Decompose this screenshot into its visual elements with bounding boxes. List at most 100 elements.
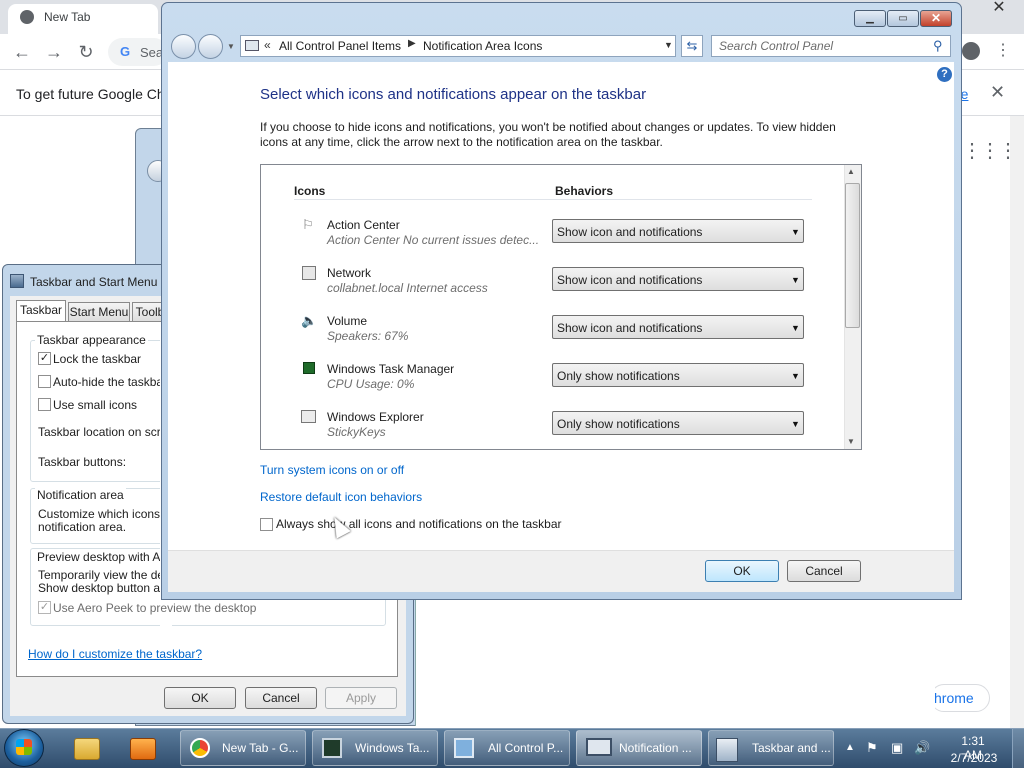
system-icons-link[interactable]: Turn system icons on or off <box>260 463 404 477</box>
breadcrumb-notification-icons[interactable]: Notification Area Icons <box>423 39 542 53</box>
apps-grid-icon[interactable]: ⋮⋮⋮ <box>962 138 1018 163</box>
address-dropdown-icon[interactable]: ▼ <box>664 40 673 50</box>
row-name: Windows Explorer <box>327 410 424 424</box>
notification-area-icon <box>586 738 612 756</box>
forward-arrow-icon[interactable]: → <box>44 42 64 62</box>
aero-peek-label: Use Aero Peek to preview the desktop <box>53 601 257 615</box>
always-show-label: Always show all icons and notifications … <box>276 517 562 531</box>
dropdown-arrow-icon: ▼ <box>791 371 800 381</box>
column-header-icons: Icons <box>294 184 326 198</box>
network-icon <box>302 266 316 280</box>
row-name: Windows Task Manager <box>327 362 455 376</box>
lock-taskbar-label: Lock the taskbar <box>53 352 142 366</box>
help-icon[interactable]: ? <box>937 67 952 82</box>
control-panel-icon <box>454 738 474 758</box>
row-subtitle: collabnet.local Internet access <box>327 281 488 295</box>
notif-text: notification area. <box>38 520 127 534</box>
behavior-select-value: Only show notifications <box>557 369 680 383</box>
explorer-icon <box>301 410 316 423</box>
folder-icon <box>74 738 100 760</box>
autohide-checkbox[interactable] <box>38 375 51 388</box>
breadcrumb-overflow-icon[interactable]: « <box>264 38 271 52</box>
always-show-checkbox[interactable] <box>260 518 273 531</box>
dropdown-arrow-icon: ▼ <box>791 419 800 429</box>
window-title: Taskbar and Start Menu P <box>30 275 169 289</box>
cancel-button[interactable]: Cancel <box>787 560 861 582</box>
row-name: Volume <box>327 314 368 328</box>
dropdown-arrow-icon: ▼ <box>791 323 800 333</box>
refresh-icon[interactable]: ⇆ <box>681 35 703 57</box>
page-description: If you choose to hide icons and notifica… <box>260 120 836 149</box>
chrome-pill-text: hrome <box>934 690 974 706</box>
task-manager-icon <box>322 738 342 758</box>
taskbar-properties-icon <box>716 738 738 762</box>
aero-peek-checkbox[interactable]: ✓ <box>38 601 51 614</box>
clock-date[interactable]: 2/7/2023 <box>948 751 1000 765</box>
row-subtitle: Speakers: 67% <box>327 329 409 343</box>
reload-icon[interactable]: ↻ <box>76 42 96 62</box>
task-label: New Tab - G... <box>222 741 299 755</box>
tab-start-menu[interactable]: Start Menu <box>68 302 130 322</box>
scroll-down-icon[interactable]: ▼ <box>847 437 855 446</box>
flag-icon[interactable]: ⚑ <box>866 740 878 756</box>
column-header-behaviors: Behaviors <box>555 184 614 198</box>
task-manager-icon <box>303 362 315 374</box>
windows-logo-icon <box>16 739 32 755</box>
ok-button[interactable]: OK <box>164 687 236 709</box>
customize-help-link[interactable]: How do I customize the taskbar? <box>28 647 202 661</box>
row-subtitle: StickyKeys <box>327 425 386 439</box>
behavior-select-value: Show icon and notifications <box>557 273 703 287</box>
task-label: All Control P... <box>488 741 564 755</box>
maximize-icon[interactable]: ▭ <box>887 10 919 27</box>
show-hidden-icons-icon[interactable]: ▲ <box>845 742 855 753</box>
task-label: Notification ... <box>619 741 692 755</box>
chrome-scrollbar[interactable] <box>1010 116 1024 728</box>
search-icon[interactable]: ⚲ <box>933 38 943 54</box>
back-arrow-icon[interactable]: ← <box>12 42 32 62</box>
network-icon[interactable]: ▣ <box>891 740 903 756</box>
ok-button[interactable]: OK <box>705 560 779 582</box>
behavior-select-value: Show icon and notifications <box>557 225 703 239</box>
restore-defaults-link[interactable]: Restore default icon behaviors <box>260 490 422 504</box>
row-name: Action Center <box>327 218 400 232</box>
small-icons-checkbox[interactable] <box>38 398 51 411</box>
breadcrumb-separator-icon[interactable]: ▶ <box>408 38 416 49</box>
forward-button-icon[interactable] <box>198 34 223 59</box>
minimize-icon[interactable]: ▁ <box>854 10 886 27</box>
small-icons-label: Use small icons <box>53 398 138 412</box>
profile-avatar-icon[interactable] <box>962 42 980 60</box>
row-subtitle: Action Center No current issues detec... <box>327 233 540 247</box>
chrome-menu-icon[interactable]: ⋮ <box>995 40 1011 60</box>
breadcrumb-all-items[interactable]: All Control Panel Items <box>279 39 401 53</box>
media-player-icon <box>130 738 156 760</box>
show-desktop-button[interactable] <box>1012 729 1024 768</box>
chrome-close-icon[interactable]: ✕ <box>984 0 1014 16</box>
group-title: Notification area <box>35 488 126 502</box>
chrome-icon <box>190 738 210 758</box>
dropdown-arrow-icon: ▼ <box>791 227 800 237</box>
infobar-close-icon[interactable]: ✕ <box>990 82 1005 103</box>
apply-button[interactable]: Apply <box>325 687 397 709</box>
group-title: Preview desktop with Aer <box>35 550 174 564</box>
speaker-icon: 🔈 <box>301 313 318 328</box>
scroll-up-icon[interactable]: ▲ <box>847 167 855 176</box>
group-title: Taskbar appearance <box>35 333 148 347</box>
google-g-icon: G <box>120 44 131 59</box>
task-label: Windows Ta... <box>355 741 430 755</box>
page-title: Select which icons and notifications app… <box>260 86 647 103</box>
scrollbar-thumb[interactable] <box>845 183 860 328</box>
behavior-select-value: Show icon and notifications <box>557 321 703 335</box>
row-subtitle: CPU Usage: 0% <box>327 377 415 391</box>
autohide-label: Auto-hide the taskbar <box>53 375 168 389</box>
recent-pages-dropdown-icon[interactable]: ▼ <box>227 42 235 51</box>
back-button-icon[interactable] <box>171 34 196 59</box>
chrome-tab-favicon-icon <box>20 10 34 24</box>
speaker-icon[interactable]: 🔊 <box>914 740 930 756</box>
lock-taskbar-checkbox[interactable]: ✓ <box>38 352 51 365</box>
row-name: Network <box>327 266 372 280</box>
close-icon[interactable]: ✕ <box>920 10 952 27</box>
cancel-button[interactable]: Cancel <box>245 687 317 709</box>
dropdown-arrow-icon: ▼ <box>791 275 800 285</box>
tab-taskbar[interactable]: Taskbar <box>16 300 66 322</box>
buttons-label: Taskbar buttons: <box>38 455 127 469</box>
